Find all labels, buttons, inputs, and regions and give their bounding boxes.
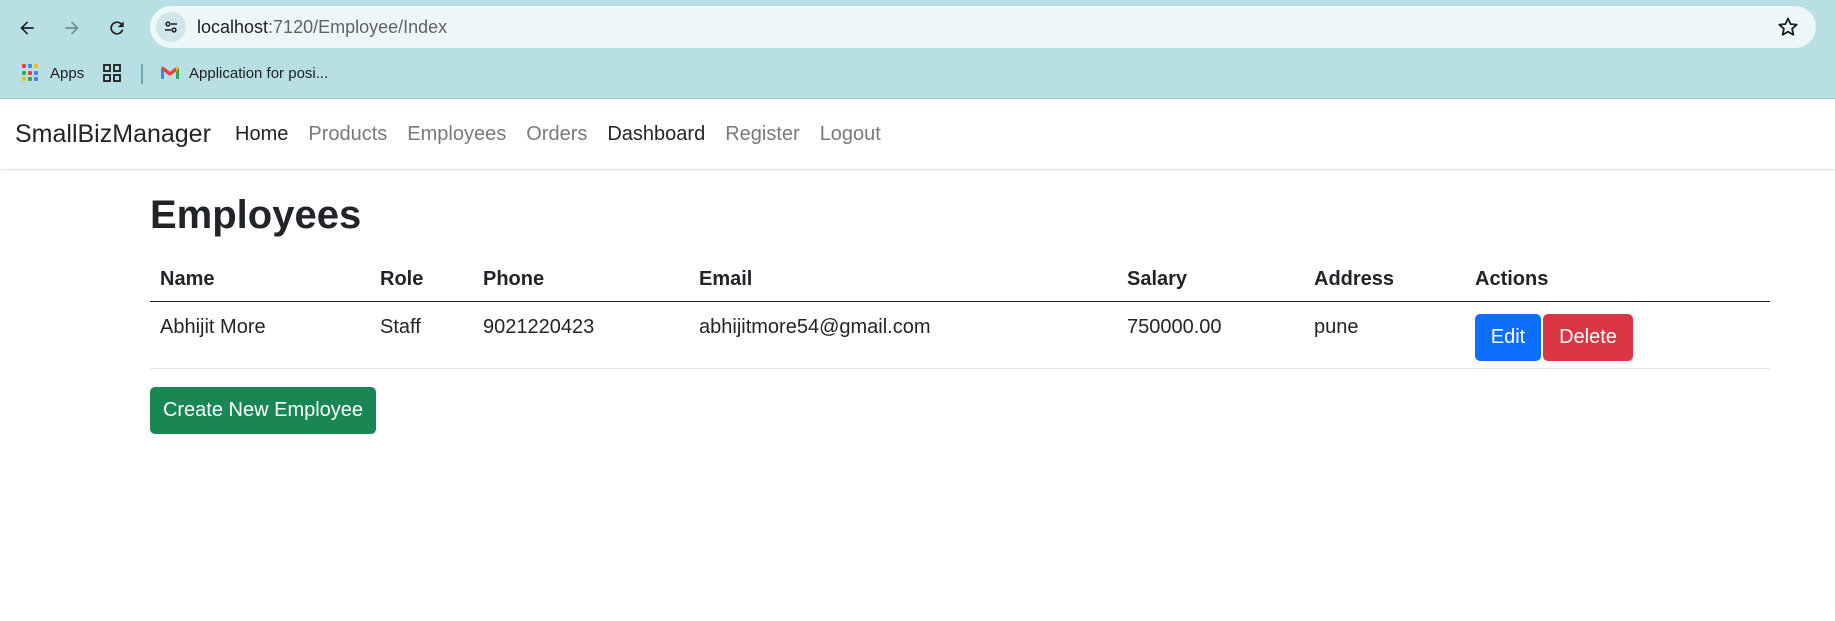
url-text[interactable]: localhost:7120/Employee/Index — [197, 6, 447, 48]
app-navbar: SmallBizManager Home Products Employees … — [0, 99, 1835, 170]
nav-orders[interactable]: Orders — [526, 123, 587, 146]
nav-employees[interactable]: Employees — [407, 123, 506, 146]
column-header-name: Name — [150, 258, 370, 302]
back-button[interactable] — [11, 12, 43, 44]
gmail-icon — [161, 66, 179, 79]
nav-links: Home Products Employees Orders Dashboard… — [235, 99, 901, 170]
cell-email: abhijitmore54@gmail.com — [689, 301, 1117, 369]
arrow-left-icon — [20, 21, 34, 35]
bookmark-star-icon[interactable] — [1776, 15, 1800, 39]
url-host: localhost — [197, 17, 269, 37]
table-header-row: Name Role Phone Email Salary Address Act… — [150, 258, 1770, 302]
column-header-address: Address — [1304, 258, 1465, 302]
tune-icon — [165, 21, 177, 33]
arrow-right-icon — [65, 21, 79, 35]
nav-products[interactable]: Products — [308, 123, 387, 146]
site-info-button[interactable] — [156, 12, 186, 42]
nav-dashboard[interactable]: Dashboard — [607, 123, 705, 146]
employees-table: Name Role Phone Email Salary Address Act… — [150, 258, 1770, 369]
bookmark-apps-label: Apps — [50, 64, 85, 82]
column-header-email: Email — [689, 258, 1117, 302]
table-row: Abhijit More Staff 9021220423 abhijitmor… — [150, 301, 1770, 369]
cell-phone: 9021220423 — [473, 301, 689, 369]
nav-register[interactable]: Register — [725, 123, 799, 146]
url-path: :7120/Employee/Index — [268, 17, 448, 37]
cell-actions: Edit Delete — [1465, 301, 1770, 369]
page-title: Employees — [150, 193, 362, 237]
bookmark-apps[interactable]: Apps — [22, 56, 84, 90]
nav-home[interactable]: Home — [235, 123, 288, 146]
column-header-role: Role — [370, 258, 473, 302]
forward-button[interactable] — [56, 12, 88, 44]
bookmark-gmail-label: Application for posi... — [189, 64, 329, 82]
browser-chrome: localhost:7120/Employee/Index Apps Appli… — [0, 0, 1835, 99]
bookmark-gmail[interactable]: Application for posi... — [160, 56, 328, 90]
reload-icon — [110, 21, 124, 35]
apps-grid-icon — [22, 64, 40, 82]
column-header-phone: Phone — [473, 258, 689, 302]
column-header-salary: Salary — [1117, 258, 1304, 302]
bookmarks-bar: Apps Application for posi... — [0, 56, 1835, 90]
edit-button[interactable]: Edit — [1475, 313, 1541, 361]
reload-button[interactable] — [101, 12, 133, 44]
cell-role: Staff — [370, 301, 473, 369]
nav-logout[interactable]: Logout — [820, 123, 881, 146]
bookmark-tab-groups[interactable] — [103, 56, 121, 90]
cell-salary: 750000.00 — [1117, 301, 1304, 369]
bookmarks-divider — [141, 64, 143, 84]
create-employee-button[interactable]: Create New Employee — [150, 387, 376, 434]
brand-link[interactable]: SmallBizManager — [15, 99, 211, 170]
cell-address: pune — [1304, 301, 1465, 369]
cell-name: Abhijit More — [150, 301, 370, 369]
column-header-actions: Actions — [1465, 258, 1770, 302]
delete-button[interactable]: Delete — [1543, 313, 1633, 361]
tiles-icon — [103, 64, 121, 82]
address-bar[interactable]: localhost:7120/Employee/Index — [150, 6, 1816, 48]
